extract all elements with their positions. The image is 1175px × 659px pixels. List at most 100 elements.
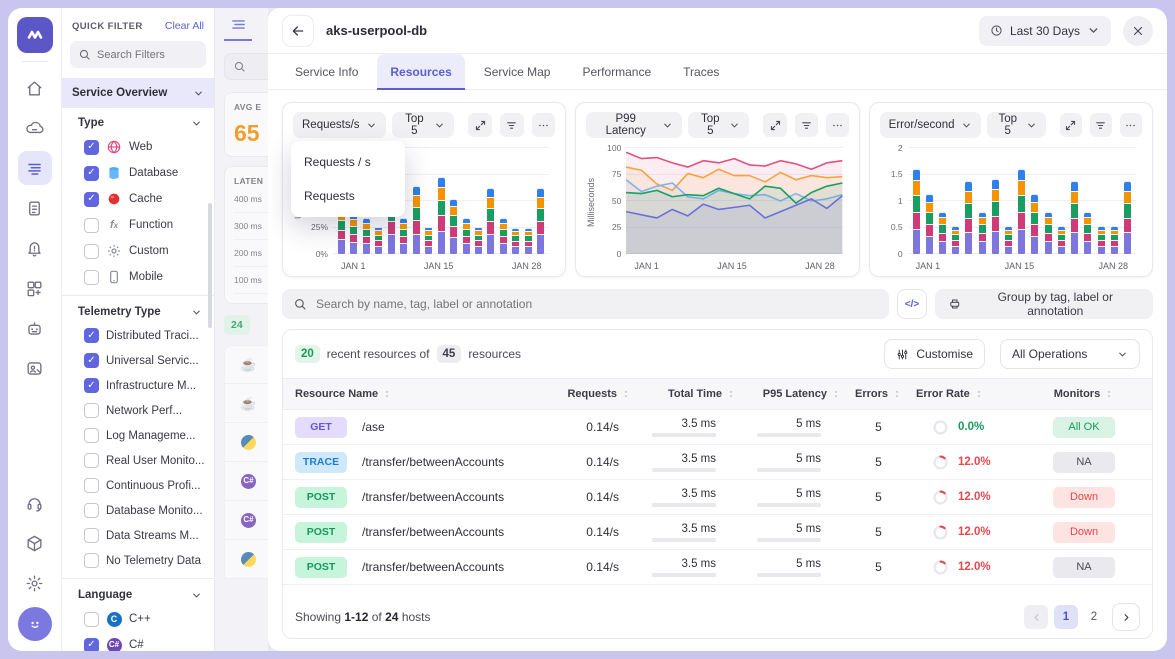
sort-icon[interactable]	[382, 389, 392, 399]
filter-icon[interactable]	[500, 113, 524, 137]
rail-item-settings[interactable]	[18, 566, 52, 600]
more-options-icon[interactable]	[1120, 113, 1142, 137]
column-header-monitors[interactable]: Monitors	[1028, 388, 1140, 400]
topn-select[interactable]: Top 5	[392, 112, 455, 138]
filter-item-mobile[interactable]: Mobile	[62, 264, 214, 290]
expand-icon[interactable]	[468, 113, 492, 137]
services-list-tab[interactable]	[224, 16, 252, 41]
resource-search-input[interactable]	[316, 297, 878, 311]
page-button-1[interactable]: 1	[1054, 605, 1078, 629]
topn-select[interactable]: Top 5	[688, 112, 749, 138]
table-row[interactable]: GET /ase 0.14/s 3.5 ms 5 ms 5 0.0% All O…	[283, 410, 1152, 445]
sort-icon[interactable]	[831, 389, 841, 399]
filter-item-universal-servic[interactable]: ✓Universal Servic...	[62, 348, 214, 373]
more-options-icon[interactable]	[826, 113, 849, 137]
expand-icon[interactable]	[1060, 113, 1082, 137]
section-service-overview[interactable]: Service Overview	[62, 78, 214, 108]
filter-group-language[interactable]: Language	[62, 578, 214, 606]
tab-resources[interactable]: Resources	[377, 54, 464, 89]
checkbox[interactable]: ✓	[84, 353, 99, 368]
checkbox[interactable]	[84, 528, 99, 543]
service-row[interactable]	[224, 423, 268, 462]
back-button[interactable]	[282, 15, 314, 47]
table-row[interactable]: POST /transfer/betweenAccounts 0.14/s 3.…	[283, 515, 1152, 550]
table-row[interactable]: TRACE /transfer/betweenAccounts 0.14/s 3…	[283, 445, 1152, 480]
close-button[interactable]	[1123, 16, 1153, 46]
filter-item-c[interactable]: CC++	[62, 606, 214, 632]
checkbox[interactable]	[84, 244, 99, 259]
checkbox[interactable]	[84, 503, 99, 518]
filter-item-custom[interactable]: Custom	[62, 238, 214, 264]
service-row[interactable]: ☕	[224, 384, 268, 423]
service-row[interactable]	[224, 540, 268, 579]
tab-performance[interactable]: Performance	[569, 54, 664, 89]
rail-item-integrations[interactable]	[18, 526, 52, 560]
tab-service-info[interactable]: Service Info	[282, 54, 371, 89]
dropdown-option-requests-s[interactable]: Requests / s	[291, 145, 405, 179]
checkbox[interactable]	[84, 612, 99, 627]
page-button-2[interactable]: 2	[1082, 605, 1106, 629]
prev-page-button[interactable]	[1024, 605, 1048, 629]
rail-item-synthetic-monitoring[interactable]	[18, 351, 52, 385]
service-row[interactable]: ☕	[224, 345, 268, 384]
services-search[interactable]	[224, 53, 268, 80]
filter-item-log-manageme[interactable]: Log Manageme...	[62, 423, 214, 448]
sort-icon[interactable]	[726, 389, 736, 399]
sort-icon[interactable]	[1104, 389, 1114, 399]
filter-group-telemetry-type[interactable]: Telemetry Type	[62, 295, 214, 323]
rail-item-assistant[interactable]	[18, 311, 52, 345]
filter-item-database[interactable]: ✓Database	[62, 160, 214, 186]
tab-service-map[interactable]: Service Map	[471, 54, 564, 89]
checkbox[interactable]: ✓	[84, 638, 99, 652]
more-options-icon[interactable]	[532, 113, 556, 137]
filter-item-network-perf[interactable]: Network Perf...	[62, 398, 214, 423]
metric-select[interactable]: Requests/s	[293, 112, 386, 138]
filter-item-data-streams-m[interactable]: Data Streams M...	[62, 523, 214, 548]
metric-select[interactable]: Error/second	[880, 112, 981, 138]
rail-item-support[interactable]	[18, 486, 52, 520]
next-page-button[interactable]	[1112, 603, 1140, 631]
filter-item-web[interactable]: ✓Web	[62, 134, 214, 160]
topn-select[interactable]: Top 5	[987, 112, 1046, 138]
dropdown-option-requests[interactable]: Requests	[291, 179, 405, 213]
tab-traces[interactable]: Traces	[670, 54, 732, 89]
filter-icon[interactable]	[795, 113, 818, 137]
query-code-button[interactable]: </>	[897, 289, 927, 319]
filter-group-type[interactable]: Type	[62, 108, 214, 134]
column-header-error-rate[interactable]: Error Rate	[916, 388, 1028, 400]
column-header-p95-latency[interactable]: P95 Latency	[736, 388, 841, 400]
rail-item-alerts[interactable]	[18, 231, 52, 265]
filter-item-cache[interactable]: ✓Cache	[62, 186, 214, 212]
filter-item-real-user-monito[interactable]: Real User Monito...	[62, 448, 214, 473]
rail-item-logs[interactable]	[18, 191, 52, 225]
table-row[interactable]: POST /transfer/betweenAccounts 0.14/s 3.…	[283, 480, 1152, 515]
column-header-resource-name[interactable]: Resource Name	[295, 388, 546, 400]
customise-button[interactable]: Customise	[884, 339, 985, 369]
checkbox[interactable]: ✓	[84, 328, 99, 343]
rail-item-services[interactable]	[18, 151, 52, 185]
checkbox[interactable]: ✓	[84, 140, 99, 155]
filter-item-continuous-profi[interactable]: Continuous Profi...	[62, 473, 214, 498]
checkbox[interactable]	[84, 453, 99, 468]
filter-icon[interactable]	[1090, 113, 1112, 137]
checkbox[interactable]	[84, 218, 99, 233]
filter-item-database-monito[interactable]: Database Monito...	[62, 498, 214, 523]
checkbox[interactable]	[84, 553, 99, 568]
middleware-logo-icon[interactable]	[17, 17, 53, 53]
checkbox[interactable]: ✓	[84, 378, 99, 393]
sort-icon[interactable]	[974, 389, 984, 399]
service-row[interactable]: C#	[224, 501, 268, 540]
column-header-total-time[interactable]: Total Time	[631, 388, 736, 400]
checkbox[interactable]	[84, 403, 99, 418]
sort-icon[interactable]	[892, 389, 902, 399]
filter-search[interactable]	[70, 41, 206, 68]
filter-item-function[interactable]: fxFunction	[62, 212, 214, 238]
service-row[interactable]: C#	[224, 462, 268, 501]
checkbox[interactable]	[84, 428, 99, 443]
filter-item-no-telemetry-data[interactable]: No Telemetry Data	[62, 548, 214, 573]
checkbox[interactable]: ✓	[84, 166, 99, 181]
filter-search-input[interactable]	[97, 49, 198, 61]
column-header-errors[interactable]: Errors	[841, 388, 916, 400]
clear-all-button[interactable]: Clear All	[165, 20, 204, 32]
filter-item-infrastructure-m[interactable]: ✓Infrastructure M...	[62, 373, 214, 398]
